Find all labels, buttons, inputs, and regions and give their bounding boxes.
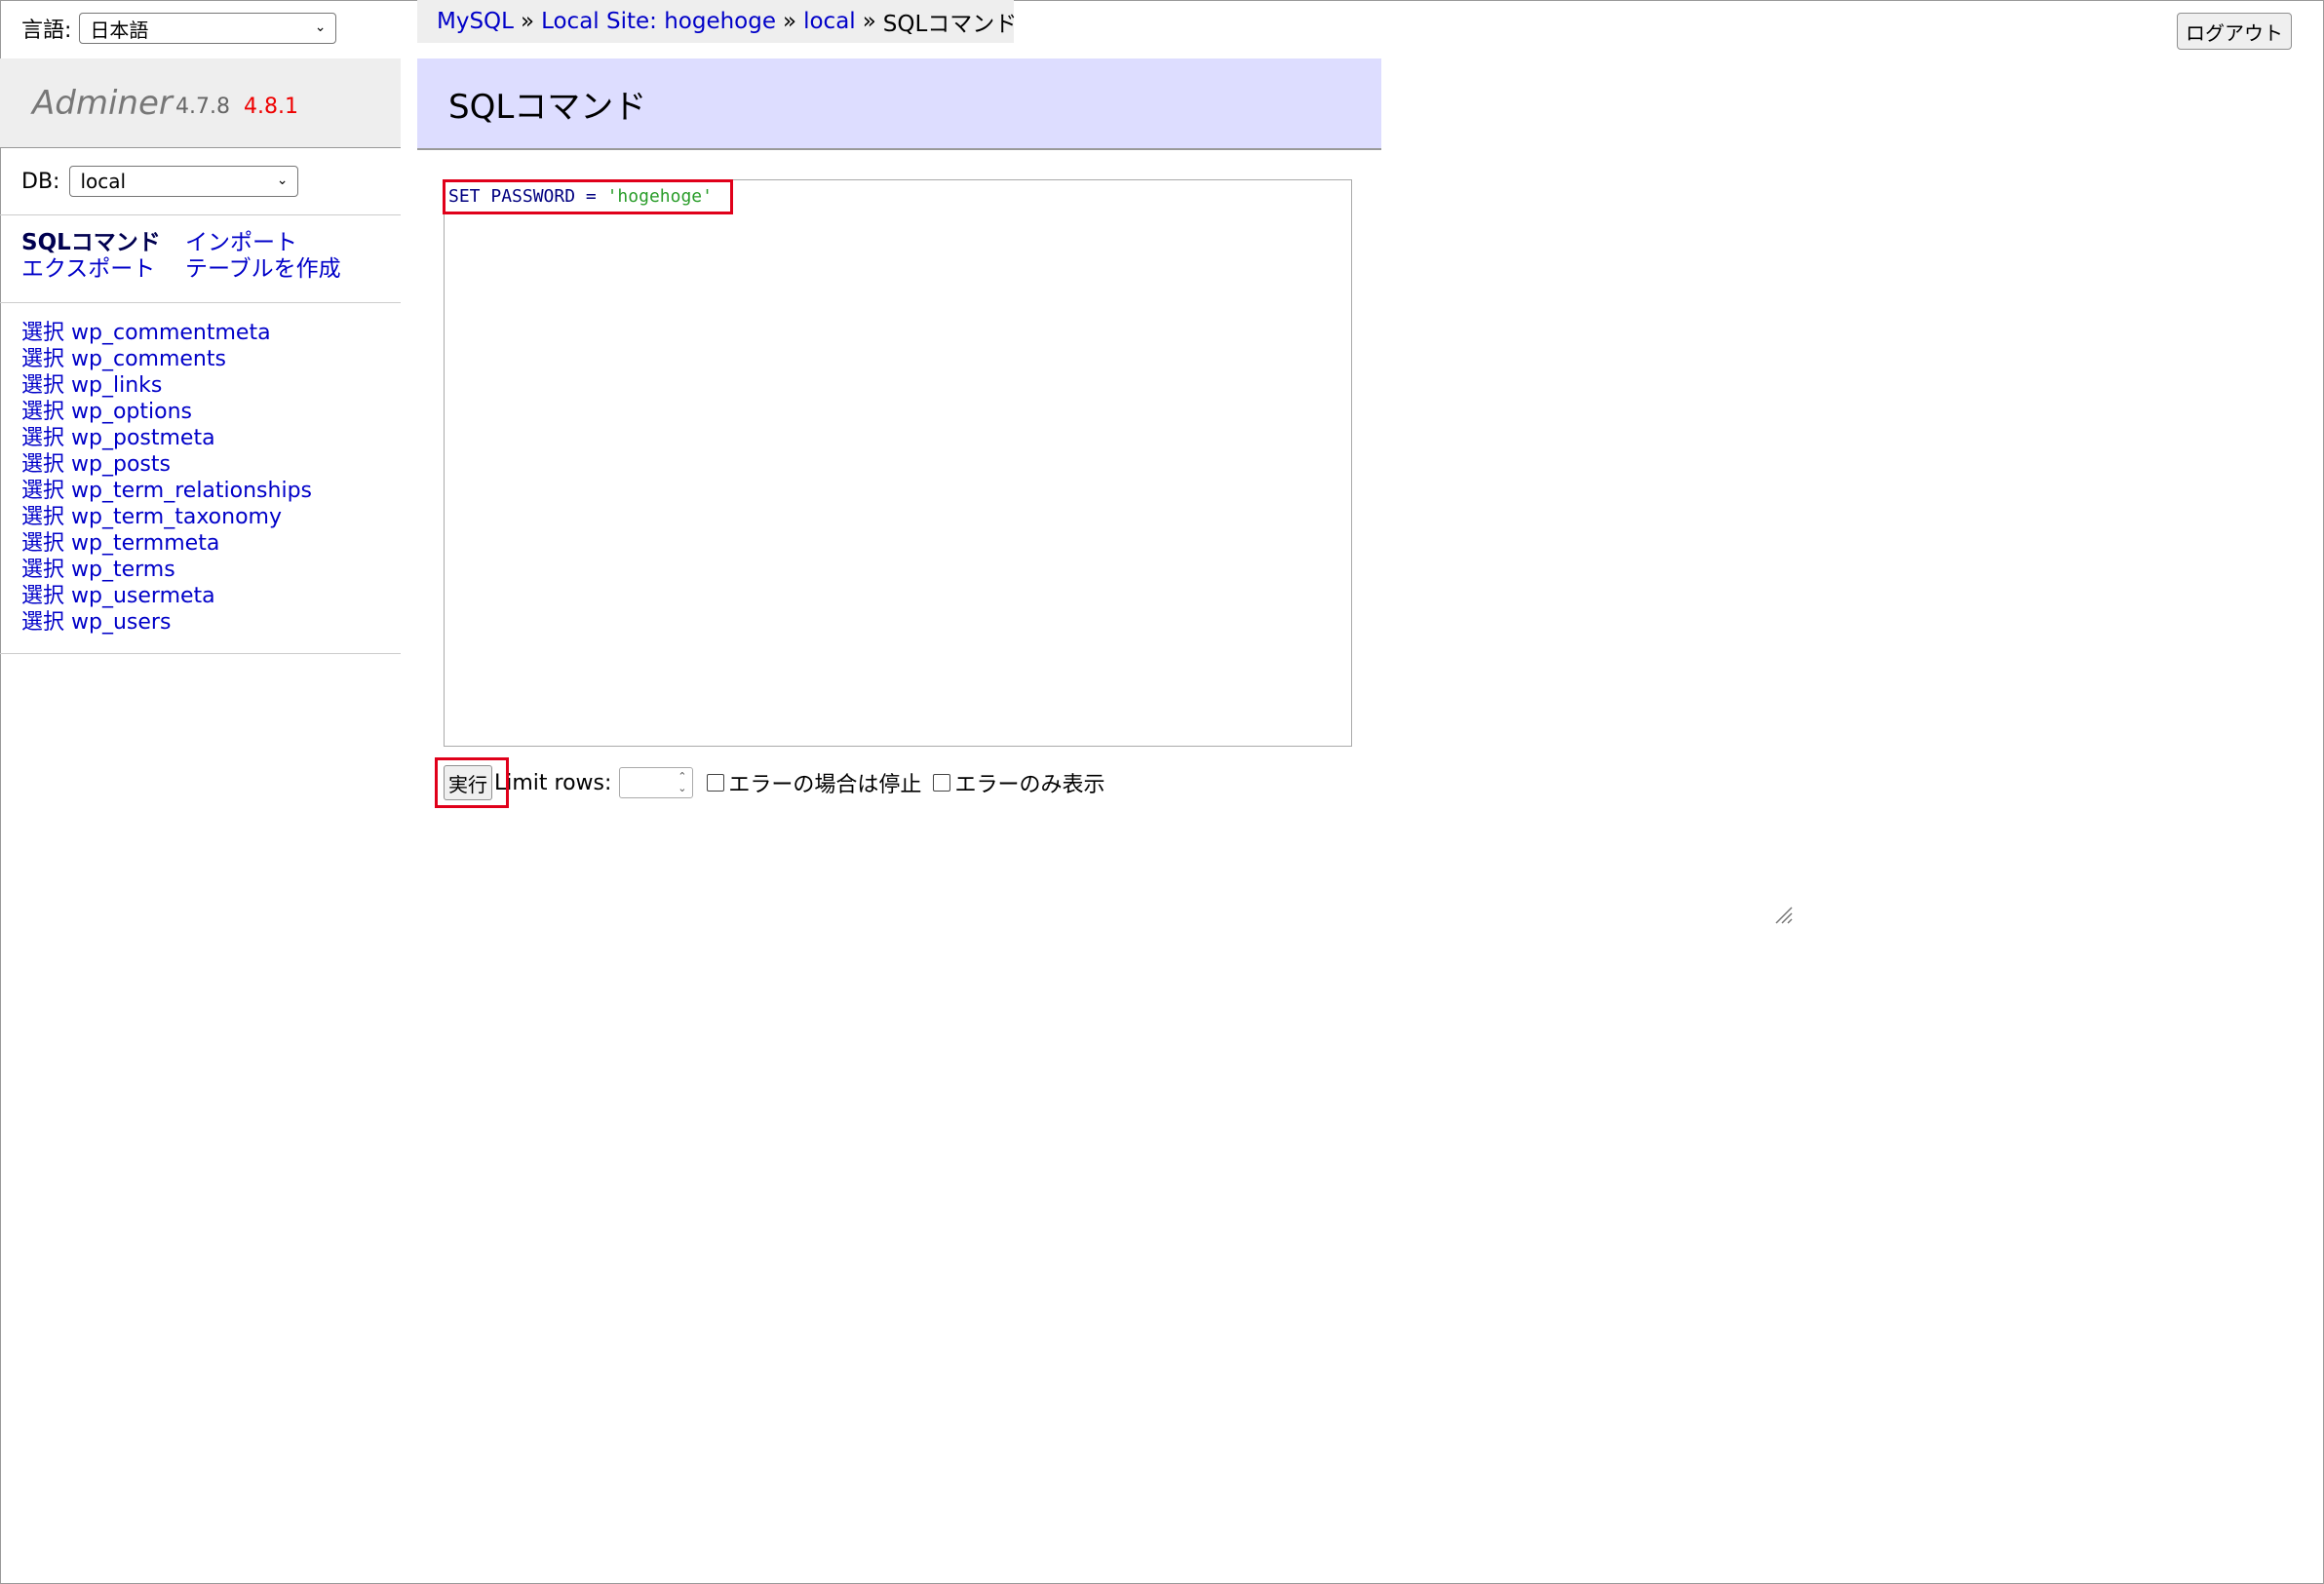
current-version: 4.7.8 bbox=[175, 95, 230, 119]
show-only-errors-label[interactable]: エラーのみ表示 bbox=[954, 767, 1104, 798]
db-selector: DB: local ⌄ bbox=[21, 166, 299, 197]
menu-export[interactable]: エクスポート bbox=[21, 256, 155, 282]
table-list-item: 選択 wp_term_taxonomy bbox=[21, 504, 312, 530]
table-list-item: 選択 wp_links bbox=[21, 372, 312, 399]
breadcrumb: MySQL » Local Site: hogehoge » local » S… bbox=[417, 0, 1017, 43]
page-header: SQLコマンド bbox=[417, 58, 1381, 150]
menu-sql-command[interactable]: SQLコマンド bbox=[21, 230, 161, 255]
resize-handle-icon[interactable] bbox=[1772, 904, 1794, 925]
logout-button[interactable]: ログアウト bbox=[2177, 13, 2292, 50]
highlight-box-sql bbox=[443, 179, 733, 214]
chevron-down-icon: ⌄ bbox=[276, 173, 289, 188]
table-name-link[interactable]: wp_usermeta bbox=[71, 584, 215, 608]
language-selected-value: 日本語 bbox=[90, 18, 149, 42]
table-name-link[interactable]: wp_comments bbox=[71, 347, 226, 371]
table-list-item: 選択 wp_postmeta bbox=[21, 425, 312, 451]
db-select[interactable]: local ⌄ bbox=[69, 166, 299, 197]
table-list-item: 選択 wp_terms bbox=[21, 557, 312, 583]
breadcrumb-mysql[interactable]: MySQL bbox=[437, 9, 514, 34]
select-table-link[interactable]: 選択 bbox=[21, 373, 64, 398]
db-selected-value: local bbox=[80, 170, 127, 193]
breadcrumb-database[interactable]: local bbox=[803, 9, 856, 34]
select-table-link[interactable]: 選択 bbox=[21, 452, 64, 477]
limit-rows-input[interactable]: ⌃ ⌄ bbox=[619, 767, 694, 798]
table-list-item: 選択 wp_options bbox=[21, 399, 312, 425]
table-name-link[interactable]: wp_postmeta bbox=[71, 426, 215, 450]
divider bbox=[0, 214, 401, 215]
new-version-link[interactable]: 4.8.1 bbox=[244, 95, 298, 119]
table-name-link[interactable]: wp_users bbox=[71, 610, 171, 635]
stop-on-error-checkbox[interactable] bbox=[707, 774, 725, 792]
execute-controls: 実行 Limit rows: ⌃ ⌄ エラーの場合は停止 エラーのみ表示 bbox=[444, 765, 1104, 800]
select-table-link[interactable]: 選択 bbox=[21, 505, 64, 529]
select-table-link[interactable]: 選択 bbox=[21, 426, 64, 450]
breadcrumb-separator: » bbox=[783, 9, 797, 34]
language-label: 言語: bbox=[21, 19, 72, 43]
table-name-link[interactable]: wp_terms bbox=[71, 558, 175, 582]
show-only-errors-checkbox[interactable] bbox=[933, 774, 951, 792]
sidebar-menu: SQLコマンド インポート エクスポート テーブルを作成 bbox=[21, 230, 402, 283]
spinner-icon[interactable]: ⌃ ⌄ bbox=[678, 771, 686, 794]
adminer-logo[interactable]: Adminer bbox=[32, 84, 173, 123]
table-name-link[interactable]: wp_term_relationships bbox=[71, 479, 312, 503]
table-name-link[interactable]: wp_termmeta bbox=[71, 531, 219, 556]
logo-area: Adminer 4.7.8 4.8.1 bbox=[0, 58, 401, 148]
page-title: SQLコマンド bbox=[448, 88, 647, 127]
menu-create-table[interactable]: テーブルを作成 bbox=[185, 256, 341, 283]
sql-editor[interactable]: SET PASSWORD = 'hogehoge' bbox=[444, 179, 1793, 924]
breadcrumb-server[interactable]: Local Site: hogehoge bbox=[541, 9, 776, 34]
breadcrumb-separator: » bbox=[862, 9, 876, 34]
highlight-box-execute bbox=[435, 757, 509, 808]
table-list-item: 選択 wp_users bbox=[21, 609, 312, 636]
table-name-link[interactable]: wp_links bbox=[71, 373, 162, 398]
db-label: DB: bbox=[21, 169, 60, 194]
table-name-link[interactable]: wp_term_taxonomy bbox=[71, 505, 282, 529]
select-table-link[interactable]: 選択 bbox=[21, 584, 64, 608]
divider bbox=[0, 302, 401, 303]
select-table-link[interactable]: 選択 bbox=[21, 610, 64, 635]
breadcrumb-separator: » bbox=[520, 9, 535, 34]
select-table-link[interactable]: 選択 bbox=[21, 479, 64, 503]
divider bbox=[0, 653, 401, 654]
select-table-link[interactable]: 選択 bbox=[21, 531, 64, 556]
language-selector: 言語: 日本語 ⌄ bbox=[21, 13, 337, 44]
select-table-link[interactable]: 選択 bbox=[21, 321, 64, 345]
table-list-item: 選択 wp_usermeta bbox=[21, 583, 312, 609]
stop-on-error-label[interactable]: エラーの場合は停止 bbox=[728, 767, 921, 798]
limit-rows-label: Limit rows: bbox=[494, 770, 612, 795]
table-list-item: 選択 wp_term_relationships bbox=[21, 478, 312, 504]
select-table-link[interactable]: 選択 bbox=[21, 347, 64, 371]
table-list-item: 選択 wp_termmeta bbox=[21, 530, 312, 557]
table-list-item: 選択 wp_commentmeta bbox=[21, 320, 312, 346]
table-name-link[interactable]: wp_commentmeta bbox=[71, 321, 271, 345]
breadcrumb-current: SQLコマンド bbox=[882, 12, 1018, 37]
language-select[interactable]: 日本語 ⌄ bbox=[79, 13, 337, 44]
select-table-link[interactable]: 選択 bbox=[21, 400, 64, 424]
select-table-link[interactable]: 選択 bbox=[21, 558, 64, 582]
table-list: 選択 wp_commentmeta 選択 wp_comments 選択 wp_lin… bbox=[21, 320, 312, 636]
menu-import[interactable]: インポート bbox=[185, 230, 297, 256]
chevron-down-icon: ⌄ bbox=[314, 19, 327, 35]
table-list-item: 選択 wp_comments bbox=[21, 346, 312, 372]
table-name-link[interactable]: wp_posts bbox=[71, 452, 171, 477]
table-name-link[interactable]: wp_options bbox=[71, 400, 192, 424]
table-list-item: 選択 wp_posts bbox=[21, 451, 312, 478]
